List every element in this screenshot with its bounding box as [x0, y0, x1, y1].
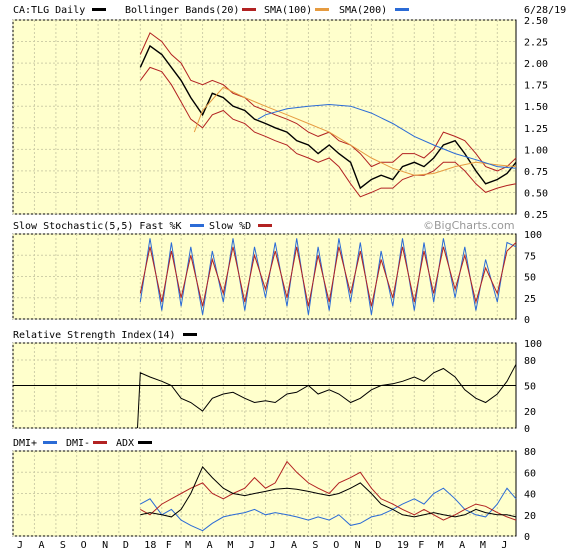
- x-month-label: M: [227, 540, 233, 551]
- dmi-y-tick-label: 0: [524, 532, 530, 543]
- x-month-label: D: [123, 540, 129, 551]
- symbol-label: CA:TLG Daily: [13, 5, 85, 16]
- rsi-y-tick-label: 100: [524, 339, 542, 350]
- price-y-tick-label: 1.00: [524, 145, 548, 156]
- rsi-legend-swatch: [183, 333, 197, 336]
- sma200-label: SMA(200): [339, 5, 387, 16]
- stochastic-y-tick-label: 50: [524, 273, 536, 284]
- dmi-y-tick-label: 40: [524, 490, 536, 501]
- dmi-y-tick-label: 60: [524, 468, 536, 479]
- x-month-label: F: [418, 540, 424, 551]
- x-month-label: F: [166, 540, 172, 551]
- price-y-tick-label: 1.25: [524, 124, 548, 135]
- bollinger-label: Bollinger Bands(20): [125, 5, 239, 16]
- stochastic-y-tick-label: 100: [524, 230, 542, 241]
- price-y-tick-label: 0.75: [524, 167, 548, 178]
- x-month-label: A: [291, 540, 297, 551]
- sma100-legend-swatch: [315, 8, 329, 11]
- stochastic-panel: 0255075100 Slow Stochastic(5,5) Fast %K …: [12, 219, 542, 326]
- sma100-label: SMA(100): [264, 5, 312, 16]
- x-month-label: O: [333, 540, 339, 551]
- x-month-label: A: [459, 540, 465, 551]
- dmi-plot-area: [12, 450, 517, 537]
- x-month-label: D: [375, 540, 381, 551]
- dmi-minus-swatch: [93, 441, 107, 444]
- x-month-label: S: [312, 540, 318, 551]
- x-month-label: A: [38, 540, 44, 551]
- x-month-label: N: [102, 540, 108, 551]
- bollinger-legend-swatch: [242, 8, 256, 11]
- price-y-tick-label: 0.50: [524, 188, 548, 199]
- rsi-y-tick-label: 80: [524, 356, 536, 367]
- rsi-y-tick-label: 0: [524, 424, 530, 435]
- x-month-label: M: [438, 540, 444, 551]
- rsi-title: Relative Strength Index(14): [13, 330, 176, 341]
- adx-swatch: [138, 441, 152, 444]
- rsi-panel: 0 20 50 80 100 Relative Strength Index(14): [12, 330, 542, 435]
- slowd-label: Slow %D: [209, 221, 251, 232]
- dmi-minus-label: DMI-: [66, 438, 90, 449]
- bigcharts-watermark: ©BigCharts.com: [423, 219, 515, 232]
- x-month-label: J: [270, 540, 276, 551]
- date-label: 6/28/19: [524, 5, 566, 16]
- stochastic-title: Slow Stochastic(5,5) Fast %K: [13, 221, 182, 232]
- price-y-tick-label: 1.75: [524, 81, 548, 92]
- x-month-label: M: [480, 540, 486, 551]
- price-legend-swatch: [92, 8, 106, 11]
- x-month-label: M: [185, 540, 191, 551]
- price-plot-area: [12, 19, 517, 215]
- dmi-y-tick-label: 80: [524, 447, 536, 458]
- x-month-label: J: [249, 540, 255, 551]
- rsi-y-tick-label: 50: [524, 382, 536, 393]
- slowd-legend-swatch: [258, 224, 272, 227]
- x-month-label: J: [501, 540, 507, 551]
- x-month-label: J: [17, 540, 23, 551]
- x-month-label: S: [60, 540, 66, 551]
- adx-label: ADX: [116, 438, 134, 449]
- dmi-plus-label: DMI+: [13, 438, 37, 449]
- price-panel: 0.25 0.50 0.75 1.00 1.25 1.50 1.75 2.00 2.25 2.50…: [12, 5, 566, 221]
- dmi-plus-swatch: [43, 441, 57, 444]
- rsi-y-tick-label: 20: [524, 407, 536, 418]
- x-month-label: A: [207, 540, 213, 551]
- dmi-y-tick-label: 20: [524, 511, 536, 522]
- price-y-tick-label: 1.50: [524, 102, 548, 113]
- x-month-label: 19: [397, 540, 409, 551]
- price-y-tick-label: 0.25: [524, 210, 548, 221]
- stochastic-plot-area: [12, 233, 517, 320]
- stochastic-y-tick-label: 25: [524, 294, 536, 305]
- price-y-tick-label: 2.25: [524, 38, 548, 49]
- stochastic-y-tick-label: 75: [524, 251, 536, 262]
- stochastic-y-tick-label: 0: [524, 315, 530, 326]
- chart-svg: 0.25 0.50 0.75 1.00 1.25 1.50 1.75 2.00 2.25 2.50…: [0, 0, 579, 553]
- sma200-legend-swatch: [395, 8, 409, 11]
- chart-root: 0.25 0.50 0.75 1.00 1.25 1.50 1.75 2.00 2.25 2.50…: [0, 0, 579, 553]
- price-y-tick-label: 2.50: [524, 16, 548, 27]
- x-month-label: O: [81, 540, 87, 551]
- fastk-legend-swatch: [190, 224, 204, 227]
- x-month-label: N: [355, 540, 361, 551]
- price-y-tick-label: 2.00: [524, 59, 548, 70]
- dmi-panel: 0 20 40 60 80 DMI+ DMI- ADX: [12, 438, 536, 543]
- x-month-label: 18: [144, 540, 156, 551]
